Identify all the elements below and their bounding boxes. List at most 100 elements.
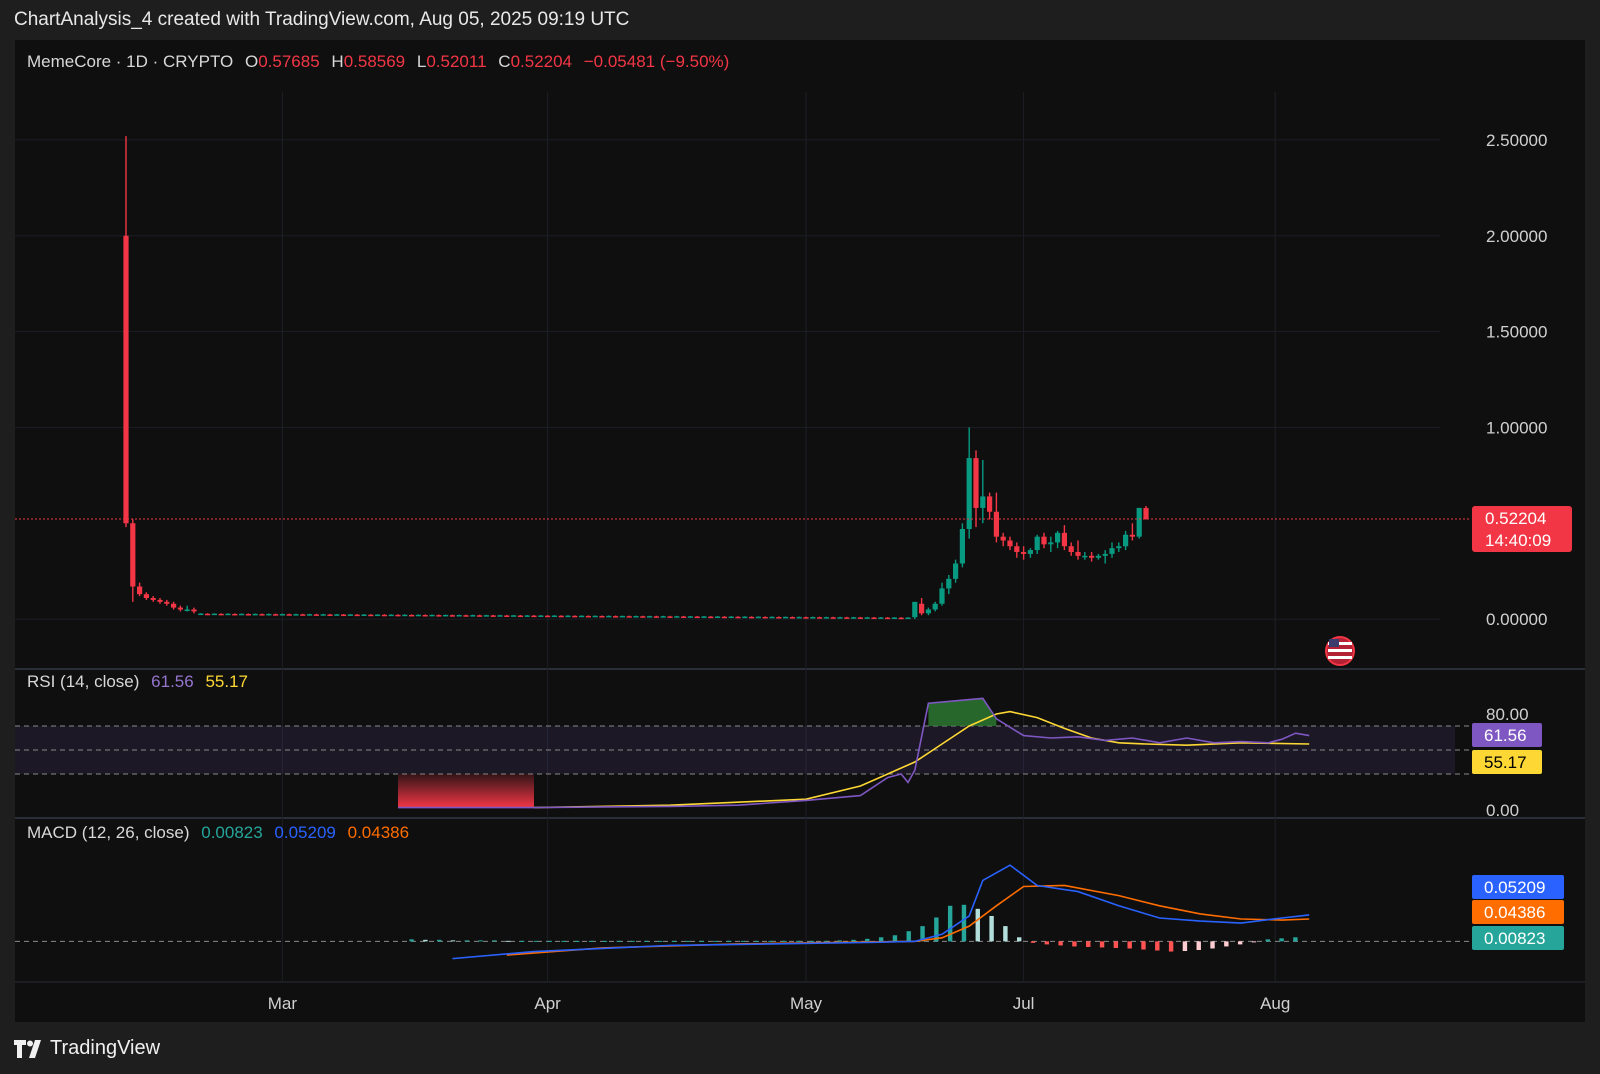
candle-body [381,614,387,617]
y-tick-label: 1.50000 [1486,323,1547,342]
candle-body [715,616,721,618]
candle-body [395,614,401,617]
symbol-name[interactable]: MemeCore · 1D · CRYPTO [27,52,233,71]
macd-title[interactable]: MACD (12, 26, close) [27,823,190,842]
candle-body [817,617,823,619]
macd-histogram-bar [450,940,456,942]
open-label: O [244,52,259,71]
macd-histogram-bar [602,940,608,942]
x-tick-label: Jul [1013,994,1035,1013]
candle-body [300,614,306,616]
candle-body [483,615,489,617]
candle-body [851,617,857,619]
candle-body [810,617,816,619]
chart-canvas[interactable]: Mar Apr May Jul Aug 2.50000 2.00000 1.50000 1.00… [0,0,1600,1074]
candle-body [599,616,605,618]
y-tick-label: 80.00 [1486,705,1529,724]
rsi-title[interactable]: RSI (14, close) [27,672,139,691]
macd-histogram-bar [657,940,663,942]
low-value: 0.52011 [426,52,487,71]
candle-body [1075,552,1081,556]
candle-body [470,615,476,617]
rsi-ma-value: 55.17 [205,672,248,691]
candle-body [449,615,455,617]
candle-body [891,617,897,619]
candle-body [524,615,530,617]
macd-legend: MACD (12, 26, close) 0.00823 0.05209 0.0… [27,823,416,843]
candle-body [320,614,326,616]
candle-body [1055,532,1061,543]
macd-histogram-bar [1099,941,1105,948]
candle-body [980,496,986,508]
candle-body [755,616,761,619]
candle-body [490,615,496,617]
candle-body [463,615,469,617]
tradingview-brand[interactable]: TradingView [14,1037,160,1060]
candle-body [239,613,245,616]
macd-histogram-bar [837,940,842,942]
candle-body [946,578,952,589]
macd-histogram-bar [1058,941,1063,946]
candle-body [769,616,775,619]
candle-body [1116,546,1122,549]
macd-histogram-bar [533,940,539,942]
candle-body [1014,546,1020,552]
candle-body [456,615,462,617]
rsi-ma-badge-label: 55.17 [1484,753,1527,772]
candle-body [504,615,510,617]
macd-histogram-bar [409,939,414,942]
macd-histogram-value: 0.00823 [201,823,263,842]
candle-body [1048,542,1054,545]
candle-body [1089,555,1095,558]
candle-body [422,615,428,617]
candle-body [789,617,795,619]
low-label: L [416,52,427,71]
macd-histogram-bar [1196,941,1201,950]
candle-body [932,603,938,610]
candle-body [579,615,585,618]
candle-body [245,614,251,616]
candle-body [701,616,707,618]
macd-histogram-bar [727,940,732,942]
macd-histogram-bar [478,940,483,942]
candle-body [939,588,945,604]
macd-badge-label: 0.05209 [1484,878,1545,897]
candle-body [259,614,265,616]
candle-body [327,614,333,616]
macd-signal-value: 0.04386 [347,823,410,842]
candle-body [205,613,211,616]
candle-body [647,616,653,618]
event-marker[interactable] [1325,636,1355,666]
x-tick-label: Apr [534,994,561,1013]
candle-body [783,616,789,619]
candle-body [572,615,578,618]
candle-body [361,614,367,616]
rsi-oversold-fill [398,774,534,808]
candle-body [871,617,877,620]
macd-histogram-bar [975,908,980,942]
candle-body [837,617,843,619]
candle-body [218,613,224,616]
candle-body [953,563,959,579]
candle-body [626,616,632,618]
candle-body [857,617,863,619]
candle-body [742,616,748,619]
macd-histogram-bar [506,940,511,942]
candle-body [1143,507,1149,520]
macd-histogram-bar [1113,941,1119,948]
macd-histogram-bar [1072,941,1077,947]
y-tick-label: 0.00 [1486,801,1519,820]
candle-body [1027,550,1033,554]
candle-body [130,523,136,587]
candle-body [252,613,258,616]
candle-body [1034,536,1040,551]
macd-badge-label: 0.00823 [1484,929,1545,948]
candle-body [633,616,639,618]
macd-histogram-bar [464,940,470,942]
candle-body [830,617,836,619]
candle-body [341,614,347,617]
candle-body [796,616,802,619]
macd-histogram-bar [644,940,649,942]
candle-body [402,614,408,617]
macd-histogram-bar [519,940,525,942]
